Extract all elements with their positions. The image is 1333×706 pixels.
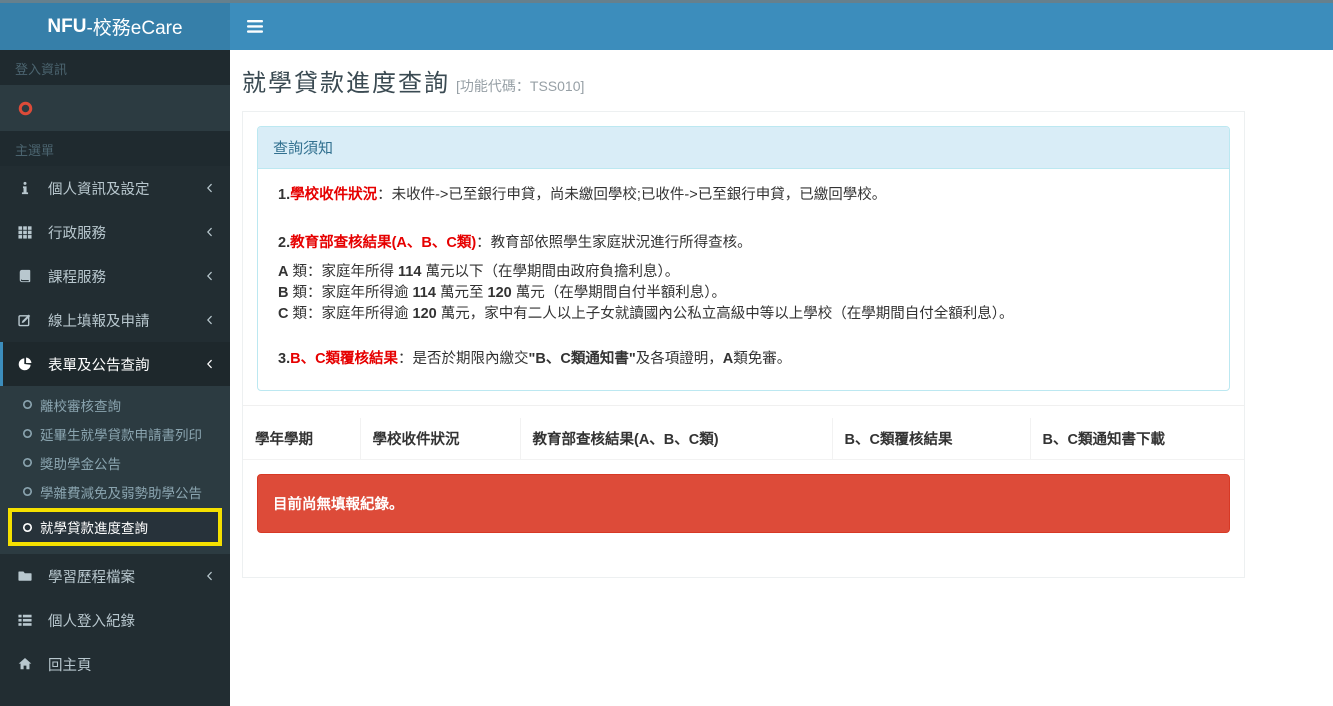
page-title-text: 就學貸款進度查詢 (242, 70, 450, 97)
notice-line-type-a: A 類：家庭年所得 114 萬元以下（在學期間由政府負擔利息）。 (278, 262, 1209, 283)
function-code: [功能代碼：TSS010] (456, 78, 584, 94)
col-header-school-receipt-status: 學校收件狀況 (360, 418, 520, 460)
chevron-left-icon (204, 270, 215, 282)
pie-chart-icon (18, 357, 40, 371)
sidebar-subitem-leave-review[interactable]: 離校審核查詢 (0, 390, 230, 419)
chevron-left-icon (204, 358, 215, 370)
notice-line-2: 2.教育部查核結果(A、B、C類)：教育部依照學生家庭狀況進行所得查核。 (278, 233, 1209, 254)
book-icon (18, 269, 40, 283)
sidebar-subitem-scholarship-announcement[interactable]: 獎助學金公告 (0, 448, 230, 477)
col-header-bc-notice-download: B、C類通知書下載 (1030, 418, 1244, 460)
no-records-alert: 目前尚無填報紀錄。 (257, 474, 1230, 533)
edit-icon (18, 313, 40, 327)
sidebar-item-forms-announcements[interactable]: 表單及公告查詢 (0, 342, 230, 386)
circle-icon (22, 486, 40, 497)
sidebar-subitem-label: 學雜費減免及弱勢助學公告 (40, 482, 202, 502)
login-info-section-label: 登入資訊 (0, 50, 230, 85)
circle-icon (22, 522, 40, 533)
list-icon (18, 613, 40, 627)
circle-icon (22, 399, 40, 410)
sidebar-subitem-deferred-loan-print[interactable]: 延畢生就學貸款申請書列印 (0, 419, 230, 448)
chevron-left-icon (204, 314, 215, 326)
sidebar-item-label: 行政服務 (48, 222, 204, 243)
loan-progress-table: 學年學期 學校收件狀況 教育部查核結果(A、B、C類) B、C類覆核結果 B、C… (243, 418, 1244, 460)
notice-line-type-b: B 類：家庭年所得逾 114 萬元至 120 萬元（在學期間自付半額利息）。 (278, 283, 1209, 304)
notice-panel-body: 1.學校收件狀況：未收件->已至銀行申貸，尚未繳回學校;已收件->已至銀行申貸，… (258, 169, 1229, 390)
sidebar-subitem-label: 延畢生就學貸款申請書列印 (40, 424, 202, 444)
sidebar-item-login-history[interactable]: 個人登入紀錄 (0, 598, 230, 642)
sidebar-item-label: 表單及公告查詢 (48, 354, 204, 375)
sidebar-item-label: 線上填報及申請 (48, 310, 204, 331)
brand-bold: NFU (47, 16, 86, 38)
main-menu-section-label: 主選單 (0, 131, 230, 166)
user-status-row[interactable] (0, 85, 230, 131)
chevron-left-icon (204, 182, 215, 194)
notice-line-3: 3.B、C類覆核結果：是否於期限內繳交"B、C類通知書"及各項證明，A類免審。 (278, 349, 1209, 370)
app-header: NFU-校務eCare (0, 3, 1333, 50)
chevron-left-icon (204, 570, 215, 582)
sidebar-item-admin-services[interactable]: 行政服務 (0, 210, 230, 254)
divider (243, 405, 1244, 406)
col-header-semester: 學年學期 (243, 418, 360, 460)
sidebar-item-course-services[interactable]: 課程服務 (0, 254, 230, 298)
brand-logo[interactable]: NFU-校務eCare (0, 3, 230, 50)
page-title: 就學貸款進度查詢 [功能代碼：TSS010] (242, 63, 1333, 98)
notice-panel-title: 查詢須知 (258, 127, 1229, 169)
grid-icon (18, 225, 40, 239)
sidebar-item-online-forms[interactable]: 線上填報及申請 (0, 298, 230, 342)
sidebar-item-label: 學習歷程檔案 (48, 566, 204, 587)
hamburger-icon (246, 19, 264, 34)
notice-panel: 查詢須知 1.學校收件狀況：未收件->已至銀行申貸，尚未繳回學校;已收件->已至… (257, 126, 1230, 391)
notice-line-1: 1.學校收件狀況：未收件->已至銀行申貸，尚未繳回學校;已收件->已至銀行申貸，… (278, 185, 1209, 206)
info-icon (18, 181, 40, 195)
chevron-left-icon (204, 226, 215, 238)
sidebar-subitem-label: 就學貸款進度查詢 (40, 517, 148, 537)
notice-line-type-c: C 類：家庭年所得逾 120 萬元，家中有二人以上子女就讀國內公私立高級中等以上… (278, 304, 1209, 325)
sidebar-subitem-label: 離校審核查詢 (40, 395, 121, 415)
sidebar-item-label: 個人資訊及設定 (48, 178, 204, 199)
folder-icon (18, 569, 40, 583)
sidebar-toggle-button[interactable] (230, 3, 280, 50)
forms-announcements-submenu: 離校審核查詢 延畢生就學貸款申請書列印 獎助學金公告 學雜費減免及弱勢助學公告 … (0, 386, 230, 554)
brand-rest: -校務eCare (86, 13, 182, 40)
col-header-bc-recheck-result: B、C類覆核結果 (832, 418, 1030, 460)
sidebar-item-label: 回主頁 (48, 654, 215, 675)
sidebar-subitem-loan-progress-query[interactable]: 就學貸款進度查詢 (8, 508, 222, 546)
sidebar-subitem-label: 獎助學金公告 (40, 453, 121, 473)
content-box: 查詢須知 1.學校收件狀況：未收件->已至銀行申貸，尚未繳回學校;已收件->已至… (242, 111, 1245, 578)
top-navbar (230, 3, 1333, 50)
main-content: 就學貸款進度查詢 [功能代碼：TSS010] 查詢須知 1.學校收件狀況：未收件-… (230, 50, 1333, 578)
circle-icon (22, 457, 40, 468)
sidebar-subitem-tuition-waiver-announcement[interactable]: 學雜費減免及弱勢助學公告 (0, 477, 230, 506)
sidebar-item-home[interactable]: 回主頁 (0, 642, 230, 686)
sidebar-item-learning-portfolio[interactable]: 學習歷程檔案 (0, 554, 230, 598)
sidebar-item-label: 課程服務 (48, 266, 204, 287)
table-header-row: 學年學期 學校收件狀況 教育部查核結果(A、B、C類) B、C類覆核結果 B、C… (243, 418, 1244, 460)
red-circle-icon (18, 101, 33, 116)
home-icon (18, 657, 40, 671)
sidebar: 登入資訊 主選單 個人資訊及設定 行政服務 課程服務 線上填報及申請 (0, 50, 230, 706)
sidebar-item-label: 個人登入紀錄 (48, 610, 215, 631)
col-header-moe-review-result: 教育部查核結果(A、B、C類) (520, 418, 832, 460)
circle-icon (22, 428, 40, 439)
sidebar-item-personal-info[interactable]: 個人資訊及設定 (0, 166, 230, 210)
